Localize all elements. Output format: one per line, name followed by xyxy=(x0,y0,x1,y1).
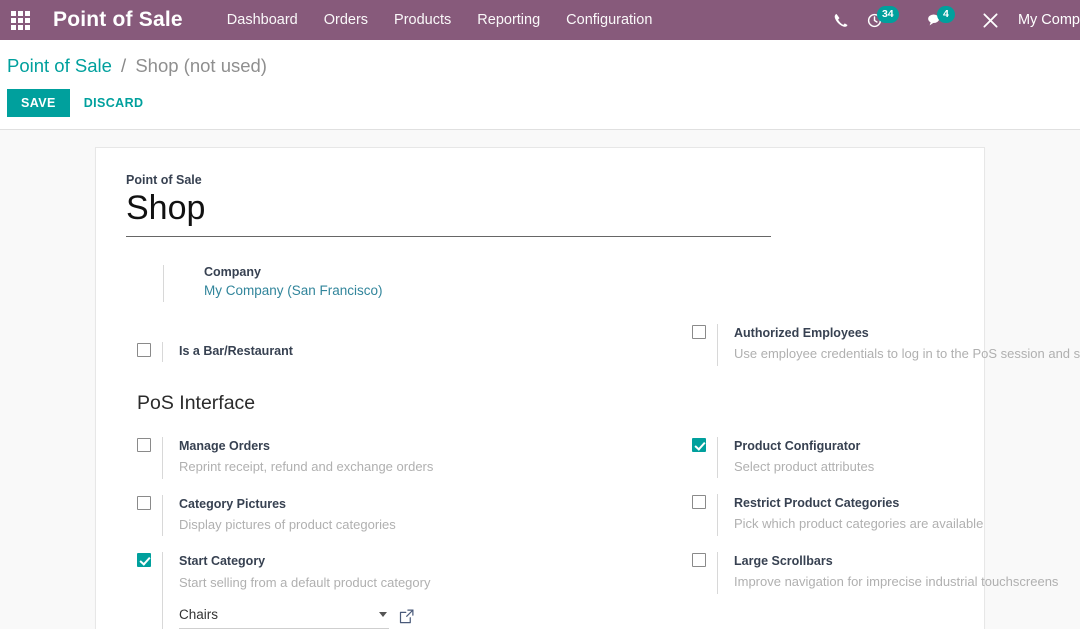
breadcrumb: Point of Sale / Shop (not used) xyxy=(0,50,1080,77)
messages-menu-button[interactable]: 4 xyxy=(918,0,955,40)
manage-orders-checkbox-wrap xyxy=(126,437,162,457)
nav-item-orders[interactable]: Orders xyxy=(324,12,368,28)
bar-restaurant-body: Is a Bar/Restaurant xyxy=(162,342,681,363)
company-label: Company xyxy=(204,265,261,279)
open-category-record-button[interactable] xyxy=(399,609,414,627)
authorized-employees-checkbox-wrap xyxy=(681,324,717,344)
wrench-tools-icon xyxy=(983,12,998,28)
main-nav-menu: Dashboard Orders Products Reporting Conf… xyxy=(227,12,653,28)
manage-orders-title: Manage Orders xyxy=(179,439,271,454)
setting-large-scrollbars[interactable]: Large Scrollbars Improve navigation for … xyxy=(681,551,1059,594)
large-scrollbars-title: Large Scrollbars xyxy=(734,553,833,568)
top-navbar: Point of Sale Dashboard Orders Products … xyxy=(0,0,1080,40)
developer-tools-button[interactable] xyxy=(974,0,1008,40)
model-label: Point of Sale xyxy=(126,173,202,187)
setting-product-configurator[interactable]: Product Configurator Select product attr… xyxy=(681,436,954,479)
start-category-body: Start Category Start selling from a defa… xyxy=(162,552,681,629)
large-scrollbars-body: Large Scrollbars Improve navigation for … xyxy=(717,551,1059,594)
category-pictures-checkbox-wrap xyxy=(126,495,162,515)
start-category-title: Start Category xyxy=(179,554,266,569)
start-category-description: Start selling from a default product cat… xyxy=(179,574,431,590)
nav-item-reporting[interactable]: Reporting xyxy=(477,12,540,28)
category-pictures-checkbox[interactable] xyxy=(137,495,151,510)
external-link-icon xyxy=(399,609,414,623)
activity-menu-button[interactable]: 34 xyxy=(858,0,899,40)
restrict-product-categories-body: Restrict Product Categories Pick which p… xyxy=(717,494,984,536)
setting-manage-orders[interactable]: Manage Orders Reprint receipt, refund an… xyxy=(126,437,681,479)
pos-name-input[interactable] xyxy=(126,189,771,237)
breadcrumb-current: Shop (not used) xyxy=(135,55,267,76)
nav-item-products[interactable]: Products xyxy=(394,12,451,28)
bar-restaurant-checkbox-wrap xyxy=(126,342,162,362)
phone-button[interactable] xyxy=(824,0,858,40)
authorized-employees-description: Use employee credentials to log in to th… xyxy=(734,346,1080,362)
save-button[interactable]: SAVE xyxy=(7,89,70,118)
category-pictures-title: Category Pictures xyxy=(179,496,286,511)
authorized-employees-checkbox[interactable] xyxy=(692,325,706,339)
settings-group-top: Is a Bar/Restaurant PoS Interface Manage… xyxy=(126,324,1080,629)
restrict-product-categories-checkbox[interactable] xyxy=(692,495,706,510)
large-scrollbars-checkbox[interactable] xyxy=(692,552,706,567)
activity-count-badge: 34 xyxy=(876,6,899,23)
nav-item-dashboard[interactable]: Dashboard xyxy=(227,12,298,28)
restrict-product-categories-title: Restrict Product Categories xyxy=(734,496,900,511)
manage-orders-body: Manage Orders Reprint receipt, refund an… xyxy=(162,437,681,479)
authorized-employees-title: Authorized Employees xyxy=(734,326,869,340)
large-scrollbars-checkbox-wrap xyxy=(681,552,717,572)
section-heading-pos-interface: PoS Interface xyxy=(137,392,256,415)
discard-button[interactable]: DISCARD xyxy=(70,89,158,117)
apps-grid-icon xyxy=(10,10,30,30)
user-menu[interactable]: My Comp xyxy=(1018,12,1080,28)
form-scroll-area: Point of Sale Company My Company (San Fr… xyxy=(0,130,1080,629)
form-sheet: Point of Sale Company My Company (San Fr… xyxy=(95,147,1080,629)
chevron-down-icon xyxy=(379,612,387,617)
category-pictures-description: Display pictures of product categories xyxy=(179,516,396,532)
setting-restrict-product-categories[interactable]: Restrict Product Categories Pick which p… xyxy=(681,494,984,536)
manage-orders-checkbox[interactable] xyxy=(137,438,151,453)
settings-column-left: Is a Bar/Restaurant PoS Interface Manage… xyxy=(126,324,681,629)
control-panel: Point of Sale / Shop (not used) SAVE DIS… xyxy=(0,40,1080,130)
form-action-buttons: SAVE DISCARD xyxy=(0,77,1080,118)
product-configurator-checkbox-wrap xyxy=(681,437,717,457)
settings-column-right: Authorized Employees Use employee creden… xyxy=(681,324,1080,629)
start-category-checkbox-wrap xyxy=(126,552,162,572)
breadcrumb-root-link[interactable]: Point of Sale xyxy=(7,55,112,76)
restrict-product-categories-checkbox-wrap xyxy=(681,494,717,514)
restrict-product-categories-description: Pick which product categories are availa… xyxy=(734,516,984,532)
product-configurator-body: Product Configurator Select product attr… xyxy=(717,436,954,479)
start-category-select[interactable]: Chairs xyxy=(179,606,389,629)
systray: 34 4 My Comp xyxy=(824,0,1080,40)
product-configurator-description: Select product attributes xyxy=(734,458,875,474)
company-value-link[interactable]: My Company (San Francisco) xyxy=(204,283,954,298)
nav-item-configuration[interactable]: Configuration xyxy=(566,12,652,28)
start-category-checkbox[interactable] xyxy=(137,553,151,568)
app-brand-title[interactable]: Point of Sale xyxy=(53,8,183,32)
setting-is-bar-restaurant[interactable]: Is a Bar/Restaurant xyxy=(126,342,681,363)
bar-restaurant-title: Is a Bar/Restaurant xyxy=(179,344,293,358)
apps-menu-button[interactable] xyxy=(0,0,40,40)
large-scrollbars-description: Improve navigation for imprecise industr… xyxy=(734,574,1059,589)
product-configurator-title: Product Configurator xyxy=(734,438,861,453)
setting-authorized-employees[interactable]: Authorized Employees Use employee creden… xyxy=(681,324,1080,366)
setting-category-pictures[interactable]: Category Pictures Display pictures of pr… xyxy=(126,494,681,537)
bar-restaurant-checkbox[interactable] xyxy=(137,343,151,357)
start-category-subfield: Chairs xyxy=(179,606,681,629)
phone-icon xyxy=(835,13,848,27)
company-field: Company My Company (San Francisco) xyxy=(163,265,954,302)
manage-orders-description: Reprint receipt, refund and exchange ord… xyxy=(179,459,434,475)
category-pictures-body: Category Pictures Display pictures of pr… xyxy=(162,494,681,537)
product-configurator-checkbox[interactable] xyxy=(692,437,706,452)
authorized-employees-body: Authorized Employees Use employee creden… xyxy=(717,324,1080,366)
messages-count-badge: 4 xyxy=(936,6,955,23)
start-category-selected-value: Chairs xyxy=(179,607,219,622)
setting-start-category[interactable]: Start Category Start selling from a defa… xyxy=(126,552,681,629)
breadcrumb-separator: / xyxy=(121,55,127,76)
